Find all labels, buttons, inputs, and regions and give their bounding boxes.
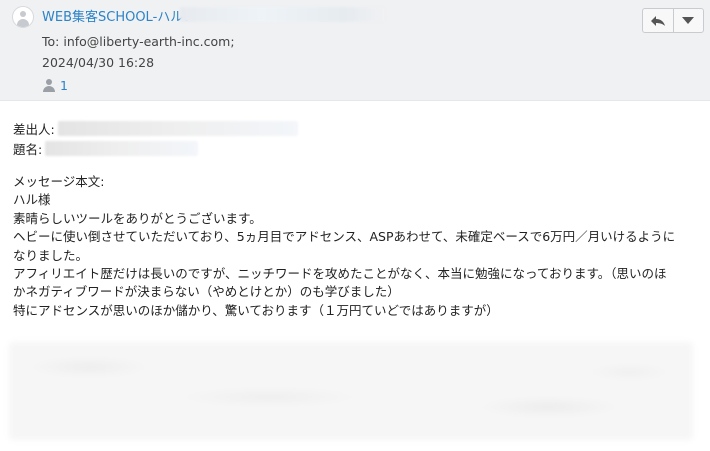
recipient-count[interactable]: 1	[60, 78, 68, 93]
person-icon	[43, 78, 55, 92]
avatar-icon	[12, 6, 34, 28]
redacted-subject	[45, 141, 198, 156]
sender-link[interactable]: WEB集客SCHOOL-ハル：	[42, 6, 196, 25]
recipients-toggle[interactable]: 1	[43, 77, 68, 93]
sender-label: 差出人:	[13, 122, 55, 137]
body-line: 素晴らしいツールをありがとうございます。	[13, 210, 262, 226]
body-line: ハル様	[13, 192, 51, 208]
redacted-sender-address	[180, 7, 385, 22]
body-line: なりました。	[13, 247, 89, 263]
redacted-signature	[9, 342, 693, 440]
to-line: To: info@liberty-earth-inc.com;	[42, 34, 235, 49]
body-line: ヘビーに使い倒させていただいており、5ヵ月目でアドセンス、ASPあわせて、未確定…	[13, 229, 676, 245]
redacted-sender	[58, 121, 298, 136]
reply-icon	[650, 15, 665, 26]
more-actions-button[interactable]	[672, 9, 704, 32]
message-body: メッセージ本文: ハル様 素晴らしいツールをありがとうございます。 ヘビーに使い…	[13, 173, 703, 320]
message-header: WEB集客SCHOOL-ハル： To: info@liberty-earth-i…	[0, 0, 710, 101]
body-heading: メッセージ本文:	[13, 174, 105, 189]
message-date: 2024/04/30 16:28	[42, 55, 155, 70]
body-line: アフィリエイト歴だけは長いのですが、ニッチワードを攻めたことがなく、本当に勉強に…	[13, 266, 667, 282]
body-line: かネガティブワードが決まらない（やめとけとか）のも学びました）	[13, 284, 400, 300]
reply-button[interactable]	[643, 9, 673, 32]
body-line: 特にアドセンスが思いのほか儲かり、驚いております（１万円ていどではありますが）	[13, 302, 499, 318]
subject-label: 題名:	[13, 142, 43, 157]
reply-button-group	[642, 8, 704, 33]
chevron-down-icon	[682, 16, 695, 24]
